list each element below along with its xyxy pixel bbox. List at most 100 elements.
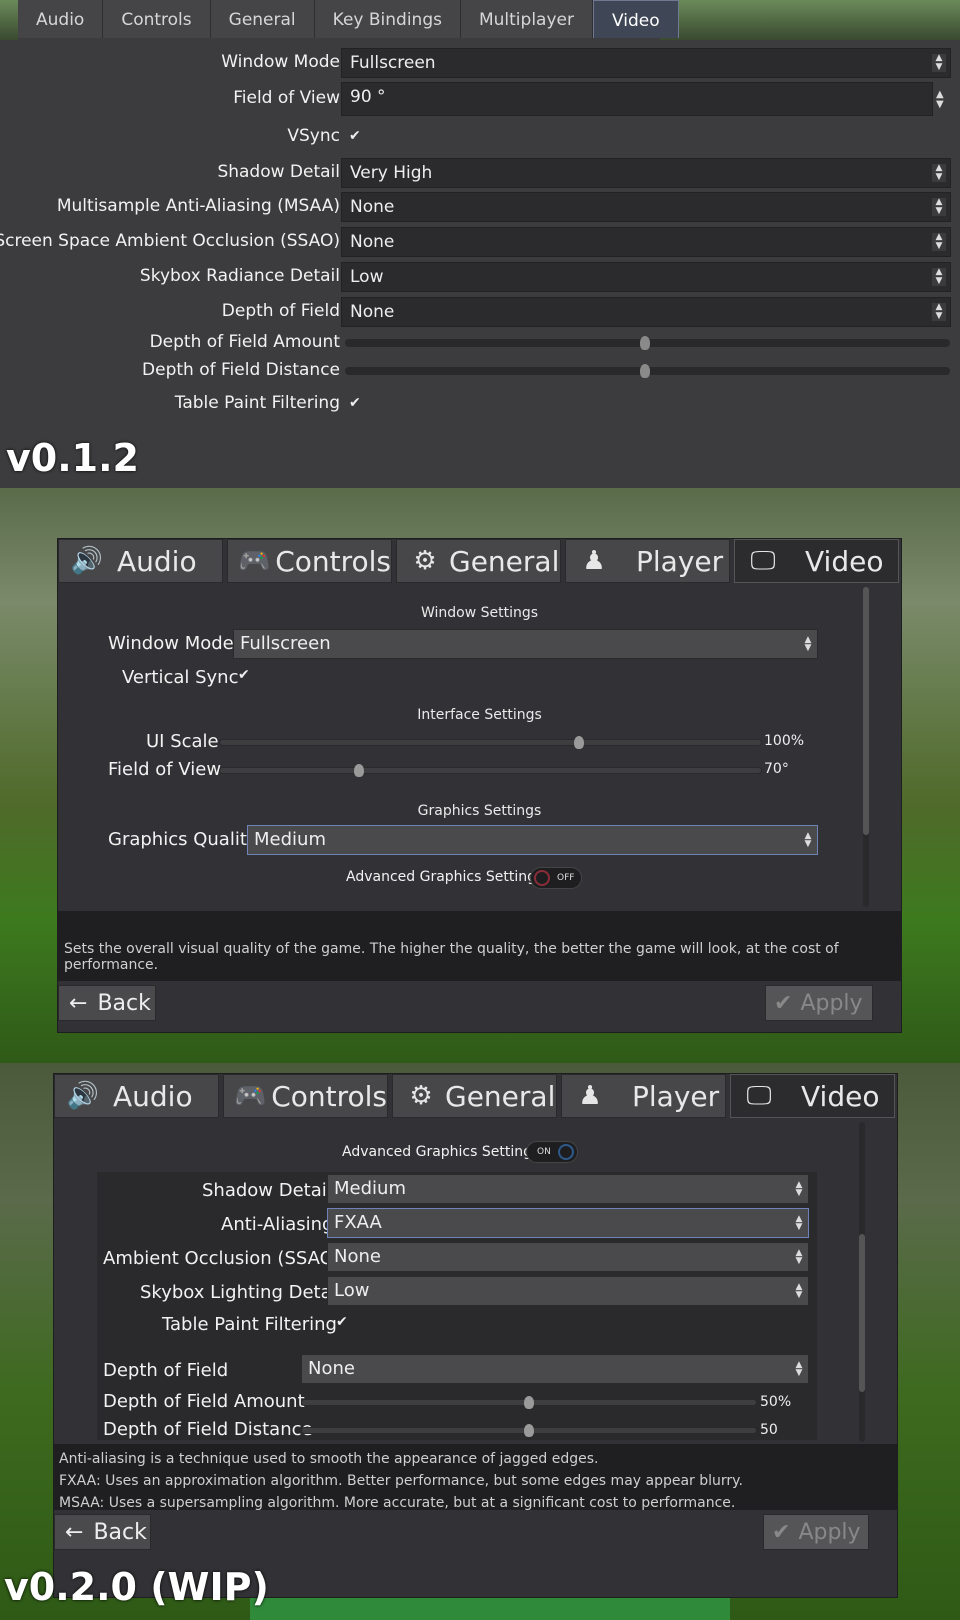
slider-handle[interactable] <box>640 336 650 350</box>
tab-general[interactable]: ⚙ General <box>392 1074 557 1118</box>
shadow-dropdown[interactable]: Medium ▲ ▼ <box>327 1174 809 1204</box>
table-paint-label: Table Paint Filtering <box>174 393 340 413</box>
dof-label: Depth of Field <box>103 1360 229 1381</box>
scrollbar[interactable] <box>863 587 869 907</box>
slider-handle[interactable] <box>640 364 650 378</box>
advanced-graphics-toggle[interactable]: OFF <box>530 867 582 889</box>
graphics-settings-heading: Graphics Settings <box>417 803 542 819</box>
description-line: FXAA: Uses an approximation algorithm. B… <box>59 1473 743 1489</box>
tab-player[interactable]: ♟ Player <box>565 539 730 583</box>
apply-button[interactable]: ✔ Apply <box>763 1514 869 1550</box>
dof-amount-slider[interactable] <box>345 336 950 350</box>
dof-row: Depth of Field None ▲ ▼ <box>0 297 960 327</box>
tab-key-bindings[interactable]: Key Bindings <box>314 0 461 38</box>
fov-value: 70° <box>764 761 789 777</box>
tab-audio[interactable]: 🔊 Audio <box>54 1074 219 1118</box>
advanced-graphics-label: Advanced Graphics Settings <box>342 1144 540 1160</box>
tab-label: Controls <box>275 544 391 578</box>
slider-handle[interactable] <box>354 764 364 777</box>
skybox-value: Low <box>334 1280 370 1301</box>
back-button[interactable]: ← Back <box>54 1514 151 1550</box>
scrollbar-thumb[interactable] <box>859 1234 865 1392</box>
dof-dropdown[interactable]: None ▲ ▼ <box>341 297 951 327</box>
msaa-dropdown[interactable]: None ▲ ▼ <box>341 192 951 222</box>
dof-distance-slider[interactable] <box>301 1424 757 1437</box>
back-button[interactable]: ← Back <box>58 985 156 1021</box>
skybox-dropdown[interactable]: Low ▲ ▼ <box>341 262 951 292</box>
tab-general[interactable]: General <box>210 0 315 38</box>
spin-arrows-icon[interactable]: ▲ ▼ <box>936 90 944 110</box>
slider-handle[interactable] <box>524 1424 534 1437</box>
updown-arrows-icon: ▲ ▼ <box>795 1248 803 1266</box>
ssao-label: Screen Space Ambient Occlusion (SSAO) <box>0 231 340 251</box>
updown-arrows-icon: ▲ ▼ <box>795 1360 803 1378</box>
dof-amount-label: Depth of Field Amount <box>103 1391 305 1412</box>
ui-scale-slider[interactable] <box>219 736 762 749</box>
updown-arrows-icon[interactable]: ▲ ▼ <box>803 832 813 849</box>
settings-panel: 🔊 Audio 🎮 Controls ⚙ General ♟ Player 🖵 Video… <box>53 1073 898 1598</box>
updown-arrows-icon: ▲ ▼ <box>795 1214 803 1232</box>
dof-dropdown[interactable]: None ▲ ▼ <box>301 1354 809 1384</box>
tab-multiplayer[interactable]: Multiplayer <box>460 0 593 38</box>
tab-bar: Audio Controls General Key Bindings Mult… <box>18 0 679 38</box>
tab-controls[interactable]: 🎮 Controls <box>223 1074 388 1118</box>
tab-label: Video <box>801 1079 880 1113</box>
tab-video[interactable]: 🖵 Video <box>730 1074 895 1118</box>
apply-label: Apply <box>798 1519 861 1545</box>
ssao-dropdown[interactable]: None ▲ ▼ <box>327 1242 809 1272</box>
updown-arrows-icon: ▲ ▼ <box>804 635 812 653</box>
ssao-row: Screen Space Ambient Occlusion (SSAO) No… <box>0 227 960 257</box>
tab-controls[interactable]: Controls <box>103 0 211 38</box>
monitor-icon: 🖵 <box>746 1080 772 1111</box>
tab-general[interactable]: ⚙ General <box>396 539 561 583</box>
slider-handle[interactable] <box>574 736 584 749</box>
window-mode-row: Window Mode Fullscreen ▲ ▼ <box>0 48 960 78</box>
dof-distance-label: Depth of Field Distance <box>103 1419 313 1440</box>
tab-player[interactable]: ♟ Player <box>561 1074 726 1118</box>
tab-controls[interactable]: 🎮 Controls <box>227 539 392 583</box>
background-strip <box>0 0 18 40</box>
monitor-icon: 🖵 <box>750 545 776 576</box>
shadow-dropdown[interactable]: Very High ▲ ▼ <box>341 158 951 188</box>
updown-arrows-icon: ▲ ▼ <box>932 54 946 72</box>
tab-label: General <box>449 544 560 578</box>
scrollbar-thumb[interactable] <box>863 587 869 835</box>
tab-video[interactable]: 🖵 Video <box>734 539 899 583</box>
graphics-quality-dropdown[interactable]: Medium ▲ ▼ <box>247 825 818 855</box>
arrow-left-icon: ← <box>69 990 88 1016</box>
speaker-icon: 🔊 <box>70 546 104 576</box>
back-label: Back <box>97 990 151 1016</box>
dof-amount-slider[interactable] <box>301 1396 757 1409</box>
dof-distance-label: Depth of Field Distance <box>142 360 340 380</box>
window-mode-dropdown[interactable]: Fullscreen ▲ ▼ <box>341 48 951 78</box>
dof-value: None <box>350 302 395 322</box>
tab-audio[interactable]: 🔊 Audio <box>58 539 223 583</box>
tab-video[interactable]: Video <box>592 0 679 38</box>
vsync-checkbox[interactable]: ✔ <box>238 667 250 683</box>
fov-slider[interactable] <box>219 764 762 777</box>
table-paint-checkbox[interactable]: ✔ <box>336 1314 348 1330</box>
fov-spinbox[interactable]: 90 ° <box>341 82 933 116</box>
skybox-dropdown[interactable]: Low ▲ ▼ <box>327 1276 809 1306</box>
advanced-graphics-label: Advanced Graphics Settings <box>346 869 544 885</box>
vsync-checkbox[interactable]: ✔ <box>349 129 363 143</box>
dof-distance-slider[interactable] <box>345 364 950 378</box>
graphics-quality-label: Graphics Quality <box>108 829 258 850</box>
slider-handle[interactable] <box>524 1396 534 1409</box>
tab-label: General <box>445 1079 556 1113</box>
vsync-label: Vertical Sync <box>122 667 239 688</box>
version-label: v0.2.0 (WIP) <box>4 1565 269 1609</box>
apply-label: Apply <box>800 990 863 1016</box>
ssao-dropdown[interactable]: None ▲ ▼ <box>341 227 951 257</box>
aa-dropdown[interactable]: FXAA ▲ ▼ <box>327 1208 809 1238</box>
description-text: Sets the overall visual quality of the g… <box>64 941 839 973</box>
apply-button[interactable]: ✔ Apply <box>765 985 873 1021</box>
window-mode-dropdown[interactable]: Fullscreen ▲ ▼ <box>233 629 818 659</box>
tab-label: Player <box>632 1079 720 1113</box>
tab-label: Audio <box>117 544 197 578</box>
tab-audio[interactable]: Audio <box>18 0 104 38</box>
shadow-label: Shadow Detail <box>202 1180 332 1201</box>
table-paint-checkbox[interactable]: ✔ <box>349 396 363 410</box>
scrollbar[interactable] <box>859 1122 865 1442</box>
advanced-graphics-toggle[interactable]: ON <box>526 1141 578 1163</box>
